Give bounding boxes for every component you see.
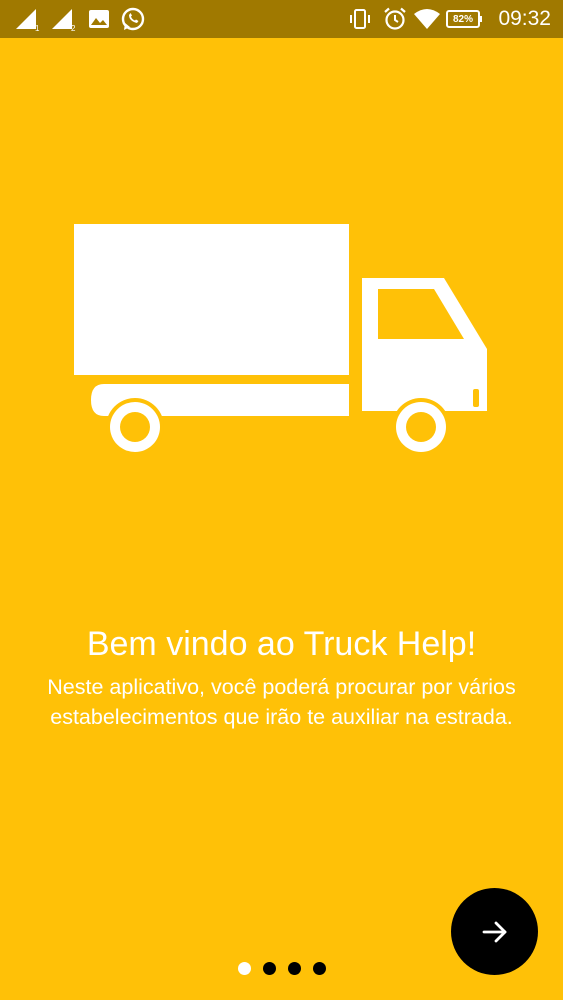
signal-sim2-icon: 2 <box>50 0 76 38</box>
signal-sim1-icon: 1 <box>14 0 40 38</box>
whatsapp-icon <box>120 0 146 38</box>
sim1-label: 1 <box>35 24 40 31</box>
battery-level: 82% <box>452 13 473 25</box>
description-line-1: Neste aplicativo, você poderá procurar p… <box>47 675 516 699</box>
status-bar: 1 2 82% 09:32 <box>0 0 563 38</box>
page-dot-2[interactable] <box>263 962 276 975</box>
battery-icon: 82% <box>446 0 484 38</box>
page-dot-1[interactable] <box>238 962 251 975</box>
wifi-icon <box>413 0 441 38</box>
alarm-icon <box>382 0 408 38</box>
welcome-description: Neste aplicativo, você poderá procurar p… <box>0 672 563 732</box>
vibrate-icon <box>348 0 372 38</box>
truck-icon <box>74 224 487 456</box>
description-line-2: estabelecimentos que irão te auxiliar na… <box>50 705 513 729</box>
next-button[interactable] <box>451 888 538 975</box>
page-dot-3[interactable] <box>288 962 301 975</box>
image-notification-icon <box>88 0 110 38</box>
sim2-label: 2 <box>71 24 76 31</box>
status-time: 09:32 <box>498 7 551 30</box>
page-dot-4[interactable] <box>313 962 326 975</box>
arrow-right-icon <box>482 921 506 942</box>
welcome-title: Bem vindo ao Truck Help! <box>86 625 477 663</box>
